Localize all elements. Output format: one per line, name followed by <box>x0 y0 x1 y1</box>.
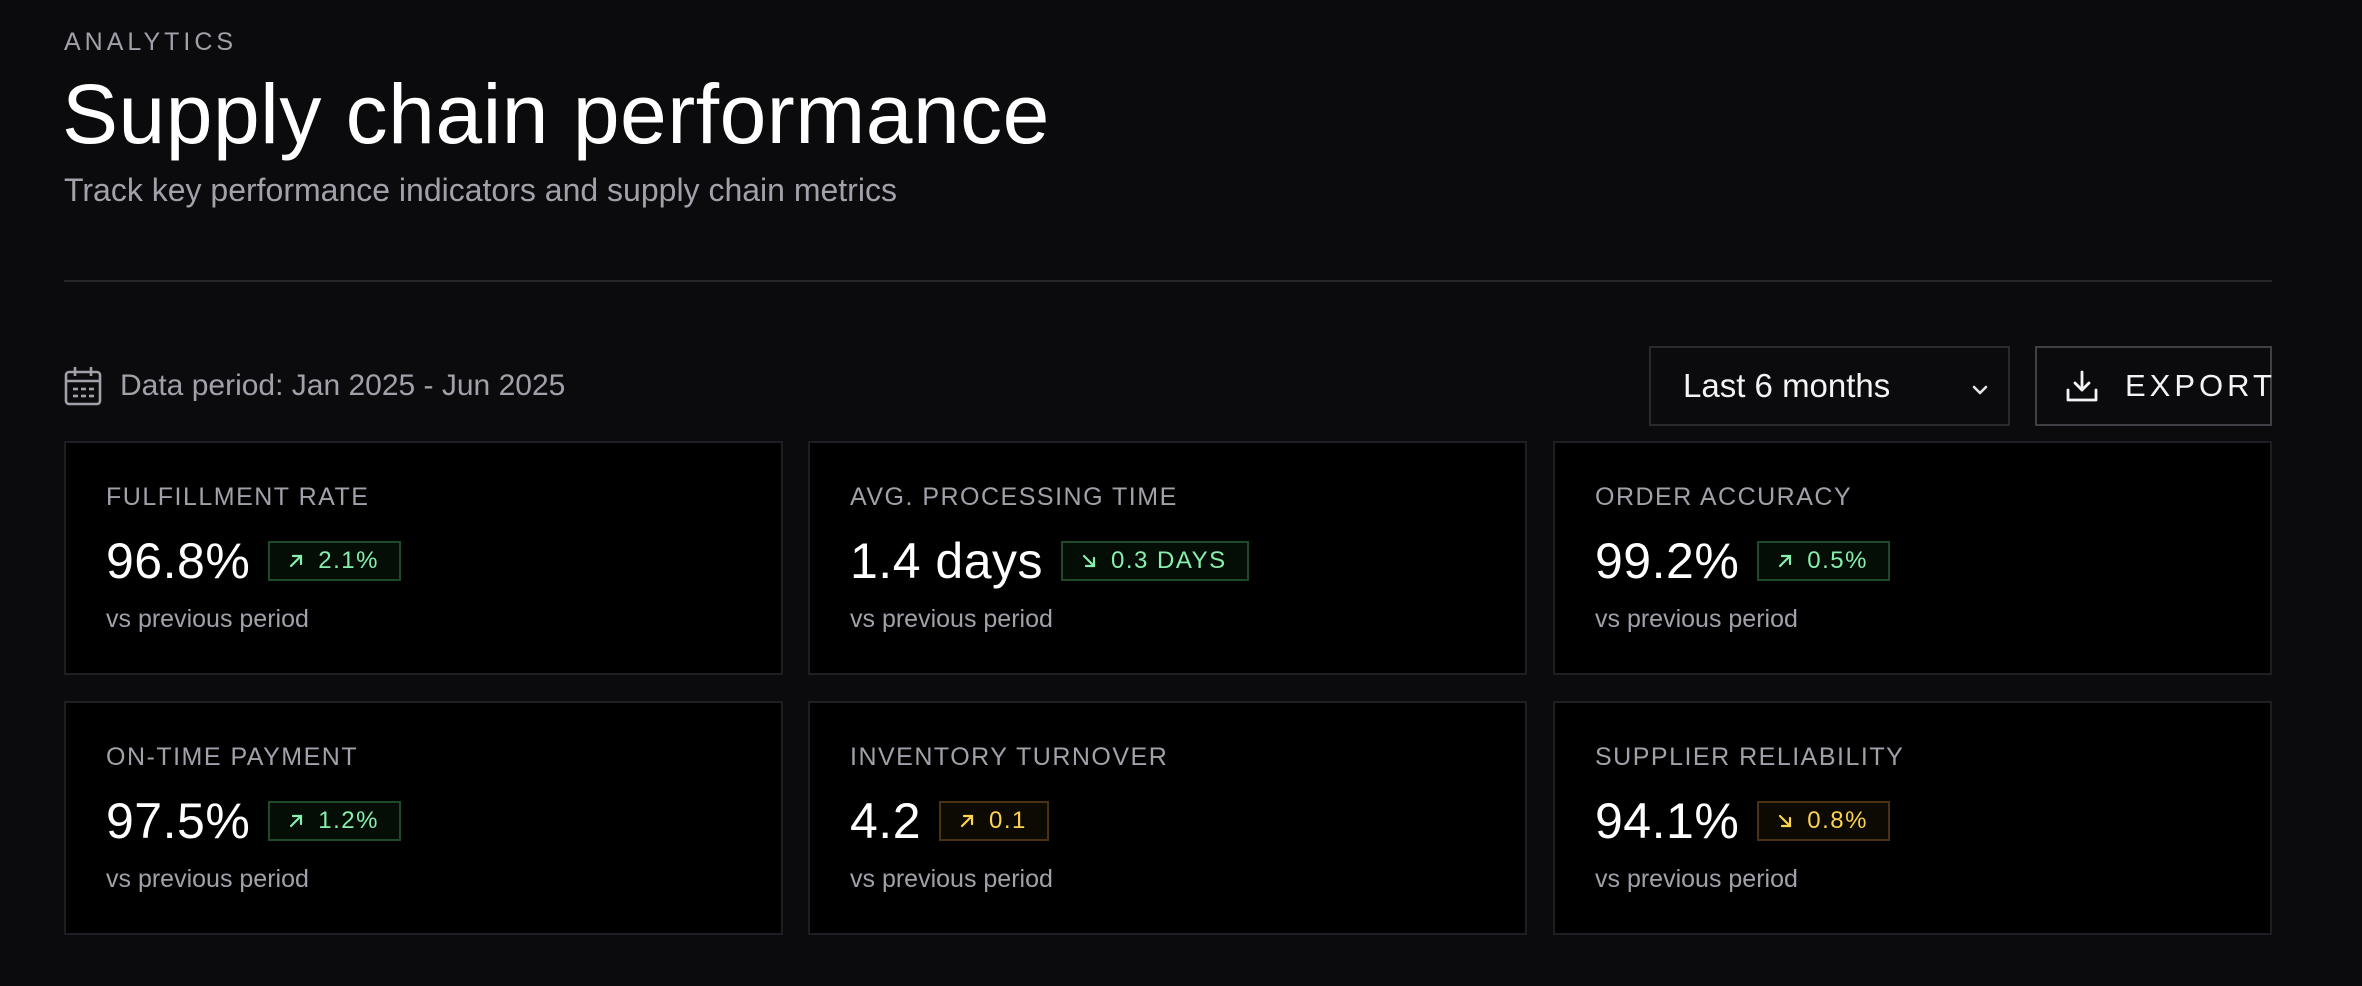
metric-label: ORDER ACCURACY <box>1595 483 1853 511</box>
metric-note: vs previous period <box>106 865 309 893</box>
arrow-up-right-icon <box>1777 553 1793 569</box>
metric-value-row: 97.5% 1.2% <box>106 791 401 851</box>
metric-card-avg-processing-time: AVG. PROCESSING TIME 1.4 days 0.3 DAYS v… <box>808 441 1527 675</box>
time-range-select[interactable]: Last 6 months <box>1649 346 2010 426</box>
metric-card-on-time-payment: ON-TIME PAYMENT 97.5% 1.2% vs previous p… <box>64 701 783 935</box>
download-icon <box>2065 369 2099 403</box>
delta-badge: 2.1% <box>268 541 401 581</box>
metric-note: vs previous period <box>106 605 309 633</box>
metric-label: SUPPLIER RELIABILITY <box>1595 743 1905 771</box>
chevron-down-icon <box>1966 374 1994 402</box>
metric-value: 94.1% <box>1595 793 1740 849</box>
header-divider <box>64 280 2272 282</box>
delta-value: 0.3 DAYS <box>1111 547 1227 574</box>
metric-value: 1.4 days <box>850 533 1044 589</box>
export-button-label: EXPORT <box>2125 368 2276 403</box>
arrow-up-right-icon <box>288 553 304 569</box>
metric-value: 97.5% <box>106 793 251 849</box>
metric-value: 4.2 <box>850 793 922 849</box>
metric-note: vs previous period <box>850 865 1053 893</box>
metric-label: INVENTORY TURNOVER <box>850 743 1169 771</box>
delta-badge: 1.2% <box>268 801 401 841</box>
metric-value-row: 1.4 days 0.3 DAYS <box>850 531 1249 591</box>
delta-value: 1.2% <box>318 807 379 834</box>
metric-label: ON-TIME PAYMENT <box>106 743 359 771</box>
metric-card-fulfillment-rate: FULFILLMENT RATE 96.8% 2.1% vs previous … <box>64 441 783 675</box>
metric-note: vs previous period <box>850 605 1053 633</box>
delta-badge: 0.1 <box>939 801 1049 841</box>
delta-value: 0.5% <box>1807 547 1868 574</box>
time-range-value: Last 6 months <box>1683 367 1891 404</box>
metric-label: FULFILLMENT RATE <box>106 483 370 511</box>
page-title: Supply chain performance <box>62 67 1050 161</box>
export-button[interactable]: EXPORT <box>2035 346 2272 426</box>
delta-badge: 0.5% <box>1757 541 1890 581</box>
metric-value-row: 96.8% 2.1% <box>106 531 401 591</box>
metric-value: 96.8% <box>106 533 251 589</box>
metric-value-row: 99.2% 0.5% <box>1595 531 1890 591</box>
arrow-down-right-icon <box>1777 813 1793 829</box>
delta-badge: 0.3 DAYS <box>1061 541 1249 581</box>
arrow-up-right-icon <box>959 813 975 829</box>
arrow-up-right-icon <box>288 813 304 829</box>
page-subtitle: Track key performance indicators and sup… <box>64 172 897 208</box>
metric-note: vs previous period <box>1595 605 1798 633</box>
calendar-icon <box>64 366 102 406</box>
data-period-label: Data period: Jan 2025 - Jun 2025 <box>120 369 566 402</box>
delta-value: 0.1 <box>989 807 1027 834</box>
metric-value-row: 94.1% 0.8% <box>1595 791 1890 851</box>
metric-card-order-accuracy: ORDER ACCURACY 99.2% 0.5% vs previous pe… <box>1553 441 2272 675</box>
metric-value: 99.2% <box>1595 533 1740 589</box>
delta-badge: 0.8% <box>1757 801 1890 841</box>
metric-card-supplier-reliability: SUPPLIER RELIABILITY 94.1% 0.8% vs previ… <box>1553 701 2272 935</box>
metric-value-row: 4.2 0.1 <box>850 791 1049 851</box>
delta-value: 0.8% <box>1807 807 1868 834</box>
metric-note: vs previous period <box>1595 865 1798 893</box>
metric-label: AVG. PROCESSING TIME <box>850 483 1178 511</box>
analytics-page: ANALYTICS Supply chain performance Track… <box>0 0 2362 986</box>
delta-value: 2.1% <box>318 547 379 574</box>
section-eyebrow: ANALYTICS <box>64 28 238 56</box>
data-period: Data period: Jan 2025 - Jun 2025 <box>64 364 565 408</box>
arrow-down-right-icon <box>1081 553 1097 569</box>
metric-card-inventory-turnover: INVENTORY TURNOVER 4.2 0.1 vs previous p… <box>808 701 1527 935</box>
